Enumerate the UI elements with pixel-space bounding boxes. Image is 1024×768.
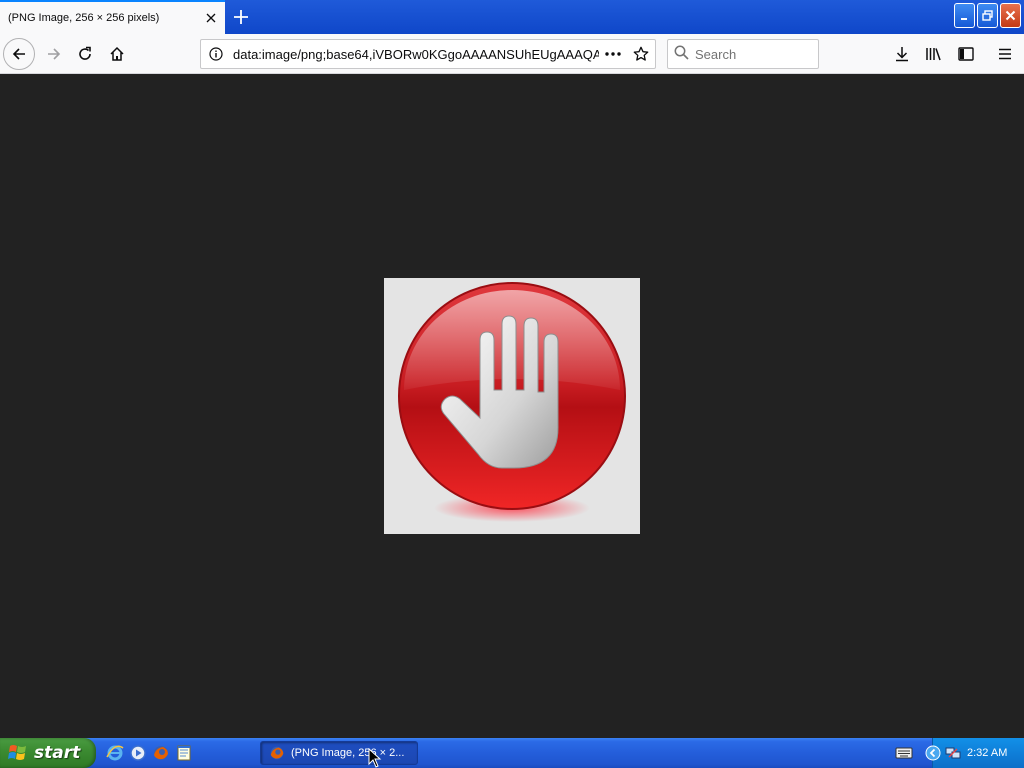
- mouse-cursor-icon: [368, 748, 382, 768]
- forward-icon[interactable]: [38, 38, 70, 70]
- system-tray: 2:32 AM: [925, 738, 1024, 768]
- search-icon: [674, 45, 689, 64]
- tab-strip: (PNG Image, 256 × 256 pixels): [0, 0, 1024, 34]
- library-icon[interactable]: [918, 38, 950, 70]
- media-player-icon[interactable]: [129, 744, 147, 762]
- restore-icon[interactable]: [977, 3, 998, 28]
- start-label: start: [34, 743, 81, 763]
- info-icon[interactable]: [201, 40, 231, 68]
- search-box[interactable]: [667, 39, 871, 69]
- sidebar-icon[interactable]: [950, 38, 982, 70]
- firefox-icon: [270, 746, 284, 760]
- tab-title: (PNG Image, 256 × 256 pixels): [8, 12, 160, 24]
- start-button[interactable]: start: [0, 738, 96, 768]
- downloads-icon[interactable]: [886, 38, 918, 70]
- minimize-icon[interactable]: [954, 3, 975, 28]
- network-icon[interactable]: [945, 745, 961, 761]
- content-area: [0, 74, 1024, 738]
- taskbar-button-firefox[interactable]: (PNG Image, 256 × 2...: [260, 741, 418, 765]
- search-input[interactable]: [689, 46, 871, 62]
- reload-icon[interactable]: [69, 38, 101, 70]
- window-close-icon[interactable]: [1000, 3, 1021, 28]
- tab-close-icon[interactable]: [197, 4, 225, 32]
- firefox-icon[interactable]: [152, 744, 170, 762]
- notepad-icon[interactable]: [175, 744, 193, 762]
- windows-logo-icon: [8, 745, 26, 760]
- page-actions-icon[interactable]: [599, 40, 627, 68]
- home-icon[interactable]: [101, 38, 133, 70]
- stop-hand-icon: [398, 282, 626, 522]
- png-image: [384, 278, 640, 534]
- back-icon[interactable]: [3, 38, 35, 70]
- tray-expand-icon[interactable]: [925, 745, 941, 761]
- navigation-toolbar: [0, 34, 1024, 74]
- internet-explorer-icon[interactable]: [106, 744, 124, 762]
- menu-icon[interactable]: [989, 38, 1021, 70]
- url-input[interactable]: [231, 46, 599, 62]
- clock: 2:32 AM: [967, 747, 1008, 759]
- new-tab-icon[interactable]: [228, 4, 254, 30]
- taskbar-button-label: (PNG Image, 256 × 2...: [291, 747, 405, 759]
- tab-png-image[interactable]: (PNG Image, 256 × 256 pixels): [0, 0, 225, 34]
- url-bar[interactable]: [200, 39, 656, 69]
- keyboard-icon[interactable]: [895, 746, 913, 760]
- bookmark-star-icon[interactable]: [627, 40, 655, 68]
- taskbar: start (PNG Image, 256 × 2... 2:32 AM: [0, 738, 1024, 768]
